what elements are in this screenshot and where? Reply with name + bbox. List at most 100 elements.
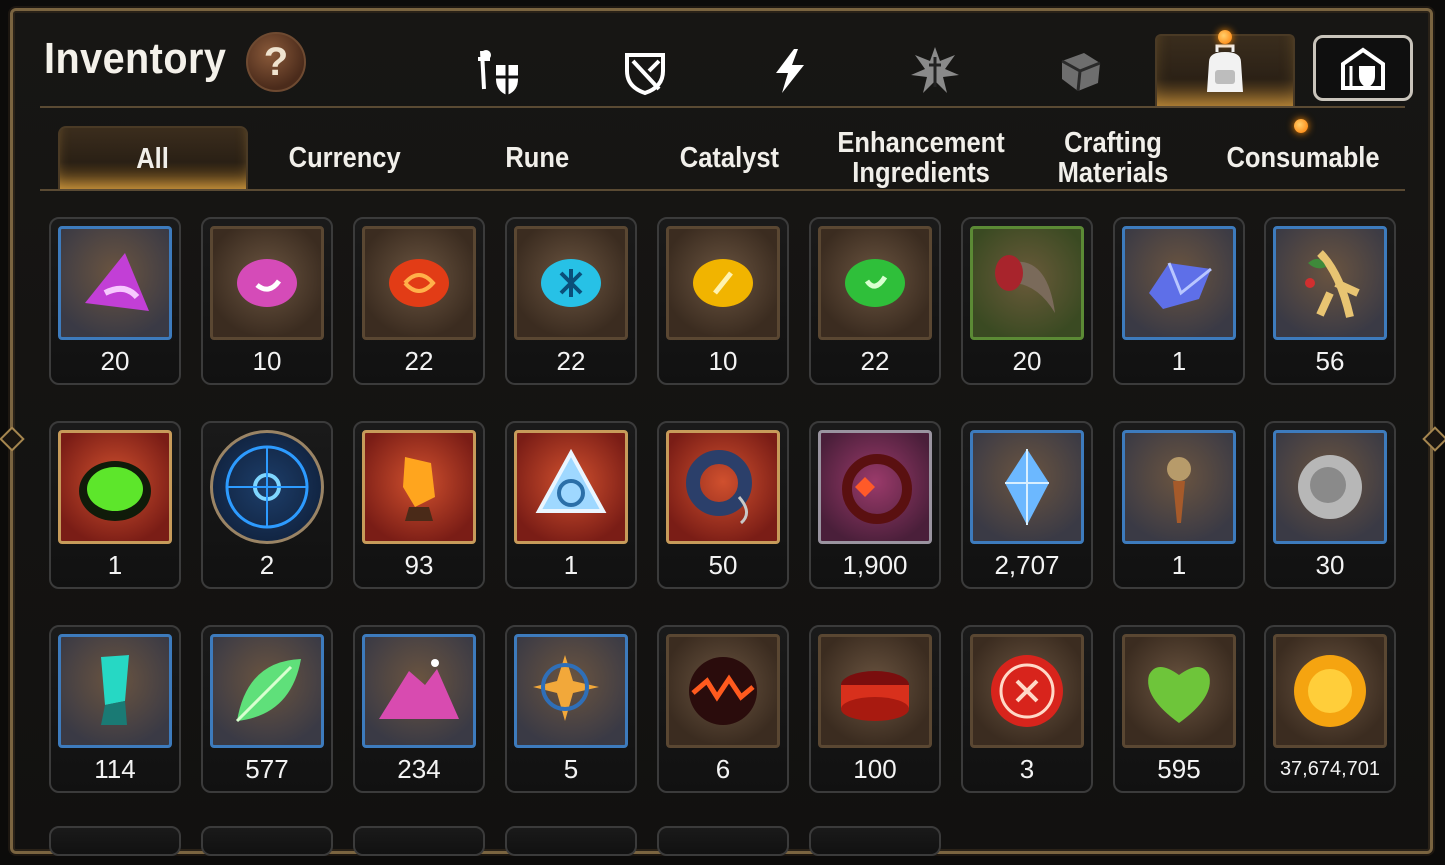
- cube-icon: [1061, 53, 1101, 92]
- tab-rune[interactable]: Rune: [442, 126, 632, 190]
- pendant-ring-icon: [686, 450, 752, 525]
- item-slot[interactable]: 2,707: [961, 421, 1093, 589]
- sword-charm-icon: [1167, 457, 1191, 523]
- item-count: 93: [404, 550, 434, 580]
- item-icon-frame: [1273, 430, 1387, 544]
- item-count: 20: [100, 346, 130, 376]
- blue-magic-circle-icon: [225, 445, 309, 529]
- item-count: 1: [1171, 550, 1187, 580]
- lightning-icon: [776, 49, 804, 93]
- header-divider: [40, 106, 1405, 108]
- item-icon-frame: [210, 430, 324, 544]
- item-count: 22: [556, 346, 586, 376]
- item-count: 234: [397, 754, 441, 784]
- item-slot[interactable]: [49, 826, 181, 856]
- item-slot[interactable]: 1: [505, 421, 637, 589]
- item-slot[interactable]: 1: [1113, 217, 1245, 385]
- tab-crafting-materials[interactable]: Crafting Materials: [1018, 126, 1208, 190]
- tabs-divider: [40, 189, 1405, 191]
- item-count: 50: [708, 550, 738, 580]
- item-slot[interactable]: 37,674,701: [1264, 625, 1396, 793]
- item-count: 100: [853, 754, 897, 784]
- item-count: 1: [563, 550, 579, 580]
- tab-currency[interactable]: Currency: [250, 126, 440, 190]
- item-icon-frame: [818, 634, 932, 748]
- knight-shield-icon: [478, 50, 518, 95]
- red-bracelet-icon: [841, 671, 909, 721]
- green-heart-icon: [1148, 667, 1210, 723]
- item-slot[interactable]: 22: [809, 217, 941, 385]
- item-slot[interactable]: 2: [201, 421, 333, 589]
- cyan-rune-stone-icon: [541, 259, 601, 307]
- item-icon-frame: [514, 430, 628, 544]
- item-icon-frame: [970, 430, 1084, 544]
- blue-diamond-icon: [1005, 449, 1049, 525]
- tab-all[interactable]: All: [58, 126, 248, 190]
- item-icon-frame: [210, 634, 324, 748]
- item-slot[interactable]: 1: [49, 421, 181, 589]
- item-count: 1: [107, 550, 123, 580]
- tab-guild[interactable]: [1313, 35, 1413, 101]
- broken-shield-icon: [625, 53, 665, 96]
- item-slot[interactable]: 5: [505, 625, 637, 793]
- item-slot[interactable]: 595: [1113, 625, 1245, 793]
- item-count: 577: [245, 754, 289, 784]
- item-slot[interactable]: [505, 826, 637, 856]
- item-slot[interactable]: [353, 826, 485, 856]
- item-icon-frame: [666, 634, 780, 748]
- tab-combat[interactable]: [865, 34, 1005, 108]
- item-slot[interactable]: 114: [49, 625, 181, 793]
- item-slot[interactable]: 30: [1264, 421, 1396, 589]
- item-slot[interactable]: 20: [961, 217, 1093, 385]
- item-count: 2,707: [994, 550, 1060, 580]
- item-slot[interactable]: 234: [353, 625, 485, 793]
- item-count: 3: [1019, 754, 1035, 784]
- item-icon-frame: [818, 430, 932, 544]
- item-icon-frame: [58, 430, 172, 544]
- yellow-rune-stone-icon: [693, 259, 753, 307]
- tab-box[interactable]: [1010, 34, 1150, 108]
- item-icon-frame: [210, 226, 324, 340]
- item-slot[interactable]: 22: [505, 217, 637, 385]
- item-count: 5: [563, 754, 579, 784]
- green-rune-stone-icon: [845, 259, 905, 307]
- tab-inventory[interactable]: [1155, 34, 1295, 108]
- item-slot[interactable]: 10: [201, 217, 333, 385]
- purple-triangle-gem-icon: [85, 253, 149, 311]
- item-slot[interactable]: 6: [657, 625, 789, 793]
- item-count: 6: [715, 754, 731, 784]
- item-icon-frame: [970, 226, 1084, 340]
- item-slot[interactable]: 3: [961, 625, 1093, 793]
- item-count: 10: [708, 346, 738, 376]
- item-icon-frame: [514, 226, 628, 340]
- item-slot[interactable]: 577: [201, 625, 333, 793]
- item-count: 30: [1315, 550, 1345, 580]
- item-slot[interactable]: 10: [657, 217, 789, 385]
- item-slot[interactable]: 100: [809, 625, 941, 793]
- item-slot[interactable]: [201, 826, 333, 856]
- item-icon-frame: [362, 634, 476, 748]
- item-icon-frame: [1122, 430, 1236, 544]
- tab-skills[interactable]: [720, 34, 860, 108]
- item-slot[interactable]: 20: [49, 217, 181, 385]
- claw-icon: [995, 255, 1055, 313]
- item-slot[interactable]: [657, 826, 789, 856]
- item-slot[interactable]: 1,900: [809, 421, 941, 589]
- item-slot[interactable]: 22: [353, 217, 485, 385]
- help-button[interactable]: ?: [246, 32, 306, 92]
- item-slot[interactable]: 50: [657, 421, 789, 589]
- tab-catalyst[interactable]: Catalyst: [634, 126, 824, 190]
- tab-equipment[interactable]: [430, 34, 570, 108]
- item-slot[interactable]: [809, 826, 941, 856]
- pink-ore-pile-icon: [379, 659, 459, 719]
- tab-defense[interactable]: [575, 34, 715, 108]
- item-icon-frame: [362, 226, 476, 340]
- item-slot[interactable]: 93: [353, 421, 485, 589]
- tab-enhancement-ingredients[interactable]: Enhancement Ingredients: [826, 126, 1016, 190]
- splash-sword-icon: [911, 47, 959, 93]
- tab-consumable[interactable]: Consumable: [1208, 126, 1398, 190]
- item-count: 22: [404, 346, 434, 376]
- backpack-icon: [1207, 44, 1243, 92]
- item-slot[interactable]: 56: [1264, 217, 1396, 385]
- item-slot[interactable]: 1: [1113, 421, 1245, 589]
